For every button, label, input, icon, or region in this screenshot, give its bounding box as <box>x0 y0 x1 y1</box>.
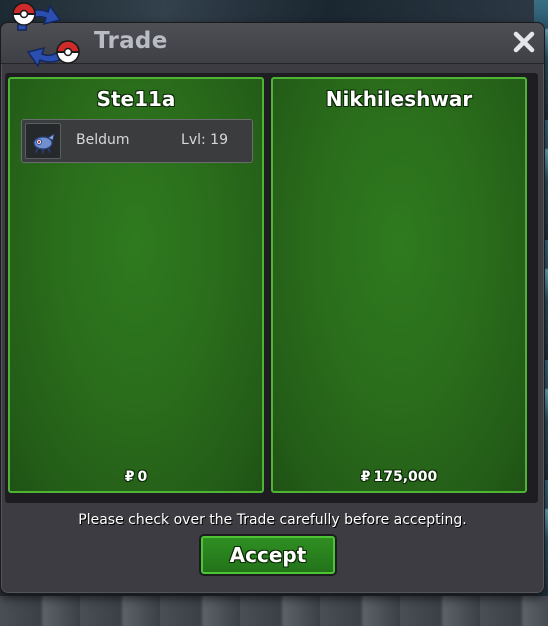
close-icon <box>513 31 535 53</box>
offer-panels: Ste11a Beldum Lvl: 19 ₽0 Nikhileshwar ₽ … <box>5 73 538 503</box>
close-button[interactable] <box>509 27 539 57</box>
pokemon-level: Lvl: 19 <box>181 132 228 148</box>
trade-swap-pokeball-icon <box>12 2 80 68</box>
window-title: Trade <box>94 28 168 54</box>
my-money-offer: ₽0 <box>10 469 262 485</box>
partner-money-amount: 175,000 <box>373 469 438 485</box>
offered-pokemon-slot[interactable]: Beldum Lvl: 19 <box>21 119 253 163</box>
pokedollar-icon: ₽ <box>360 469 371 485</box>
accept-button[interactable]: Accept <box>201 536 335 574</box>
partner-offer-panel: Nikhileshwar ₽175,000 <box>271 77 527 493</box>
trade-window: Trade Ste11a Beldum Lvl: 19 ₽ 0 Nikhiles… <box>0 22 545 594</box>
my-player-name: Ste11a <box>96 87 176 111</box>
pokedollar-icon: ₽ <box>124 469 135 485</box>
my-offer-panel: Ste11a Beldum Lvl: 19 ₽0 <box>8 77 264 493</box>
game-background-bottom <box>0 596 548 626</box>
trade-notice: Please check over the Trade carefully be… <box>78 512 467 528</box>
pokemon-icon-frame <box>25 123 61 159</box>
pokemon-name: Beldum <box>76 132 130 148</box>
partner-money-offer: ₽175,000 <box>273 469 525 485</box>
partner-player-name: Nikhileshwar <box>325 87 473 111</box>
beldum-sprite-icon <box>33 133 55 154</box>
my-money-amount: 0 <box>137 469 148 485</box>
